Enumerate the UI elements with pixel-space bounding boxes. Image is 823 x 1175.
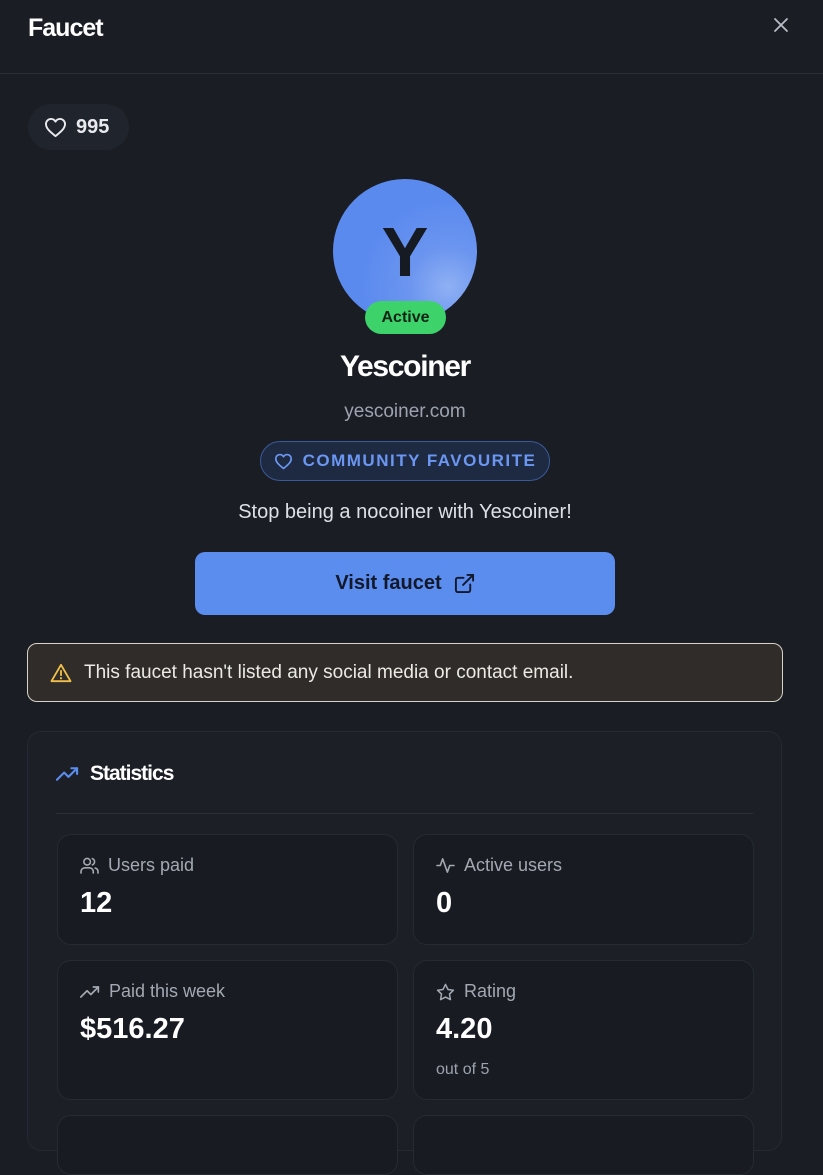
close-icon (772, 16, 790, 34)
stat-tile (413, 1115, 754, 1175)
stat-tile-paid-this-week: Paid this week $516.27 (57, 960, 398, 1100)
stat-label-row: Users paid (80, 855, 194, 876)
trending-up-icon (80, 985, 100, 999)
status-badge: Active (365, 301, 446, 334)
stat-label: Paid this week (109, 981, 226, 1001)
stat-value: 0 (436, 887, 453, 919)
stat-subtext: out of 5 (436, 1061, 490, 1078)
warning-icon (50, 663, 72, 683)
visit-faucet-button[interactable]: Visit faucet (195, 552, 615, 615)
stat-tile (57, 1115, 398, 1175)
stat-value: 12 (80, 887, 113, 919)
external-link-icon (454, 573, 475, 594)
activity-icon (436, 857, 455, 874)
modal-title: Faucet (28, 14, 104, 42)
stat-tile-users-paid: Users paid 12 (57, 834, 398, 945)
statistics-card: Statistics Users paid 12 Active users 0 … (27, 731, 782, 1175)
trending-up-icon (56, 766, 79, 782)
like-count: 995 (76, 115, 110, 138)
heart-icon (274, 453, 293, 470)
community-badge-label: COMMUNITY FAVOURITE (302, 451, 537, 470)
faucet-tagline: Stop being a nocoiner with Yescoiner! (238, 501, 572, 523)
contact-warning: This faucet hasn't listed any social med… (27, 643, 783, 702)
stat-label-row: Active users (436, 855, 562, 876)
heart-icon (44, 117, 67, 138)
star-icon (436, 983, 455, 1001)
stat-label-row: Rating (436, 981, 516, 1002)
close-button[interactable] (768, 12, 794, 38)
like-button[interactable]: 995 (28, 104, 129, 150)
stat-label: Active users (464, 855, 563, 875)
faucet-name: Yescoiner (339, 350, 471, 383)
visit-faucet-label: Visit faucet (335, 572, 442, 594)
avatar-letter: Y (381, 213, 429, 291)
users-icon (80, 857, 99, 874)
warning-text: This faucet hasn't listed any social med… (84, 661, 574, 683)
modal-header: Faucet (0, 0, 823, 74)
statistics-header: Statistics (56, 762, 174, 786)
stat-tile-rating: Rating 4.20 out of 5 (413, 960, 754, 1100)
stat-tile-active-users: Active users 0 (413, 834, 754, 945)
stat-label-row: Paid this week (80, 981, 225, 1002)
stat-label: Users paid (108, 855, 195, 875)
faucet-domain: yescoiner.com (344, 401, 466, 422)
community-favourite-badge: COMMUNITY FAVOURITE (260, 441, 550, 481)
statistics-title: Statistics (90, 762, 174, 785)
stat-value: 4.20 (436, 1013, 493, 1045)
stat-label: Rating (464, 981, 517, 1001)
stat-value: $516.27 (80, 1013, 185, 1045)
divider (56, 813, 753, 814)
